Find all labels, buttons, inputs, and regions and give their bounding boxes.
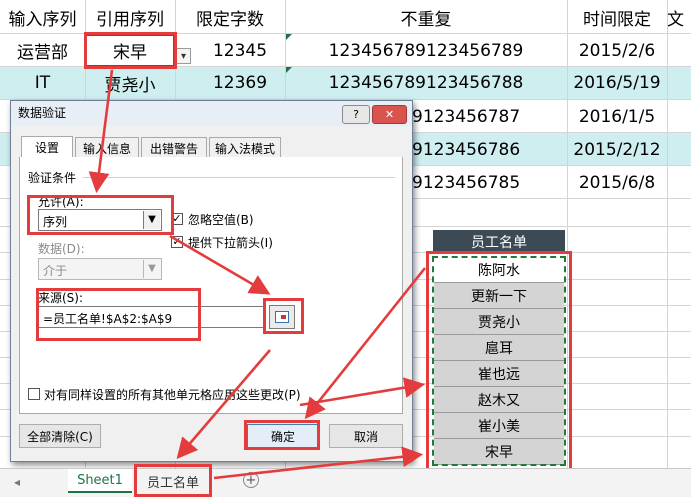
arrow-source-to-tab — [176, 349, 271, 459]
arrow-cell-to-allow — [88, 69, 114, 194]
arrow-tab-to-list — [213, 446, 424, 480]
annotation-arrows — [88, 69, 427, 480]
arrow-allow-to-picker — [169, 234, 271, 295]
